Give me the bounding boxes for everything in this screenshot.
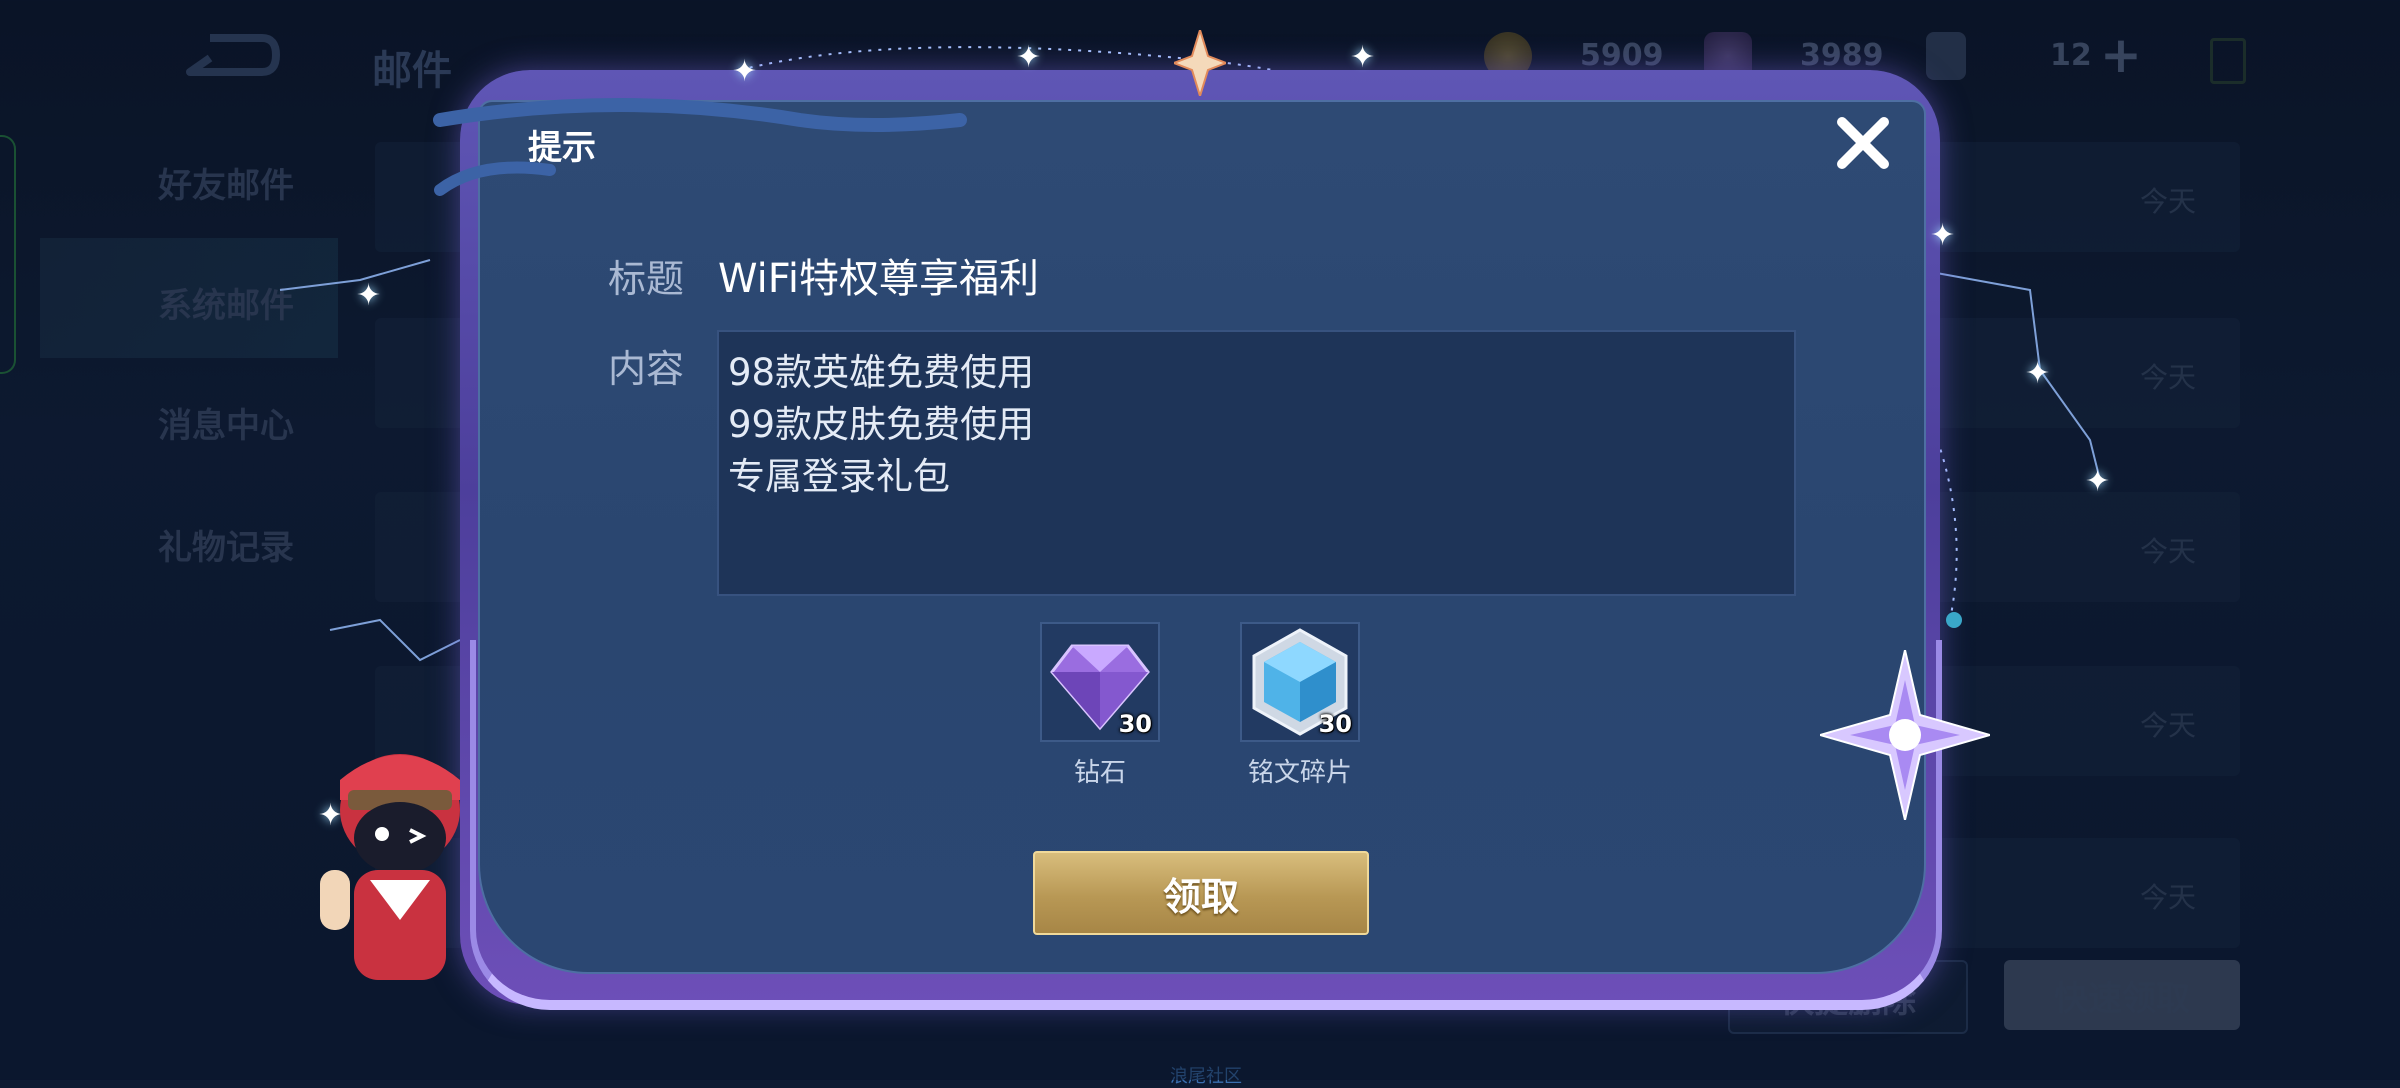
subject-label: 标题 [608,257,685,301]
reward-name: 铭文碎片 [1247,758,1352,788]
sparkle-icon: ✦ [356,278,382,313]
orb-icon [1946,612,1962,628]
content-line: 98款英雄免费使用 [728,351,1035,394]
ribbon-decoration [433,98,967,196]
reward-quantity: 30 [1118,710,1152,738]
claim-button[interactable]: 领取 [1033,851,1369,935]
content-line: 99款皮肤免费使用 [728,403,1035,446]
reward-quantity: 30 [1318,710,1352,738]
crystal-star-icon [1820,650,1990,820]
close-icon[interactable] [1830,110,1896,176]
reward-item-diamond[interactable]: 30 [1040,622,1160,742]
sparkle-icon: ✦ [2025,356,2051,391]
sparkle-icon: ✦ [732,54,758,89]
sparkle-icon: ✦ [2085,464,2111,499]
reward-name: 钻石 [1073,758,1126,788]
content-line: 专属登录礼包 [728,455,950,498]
star-ornament-icon [1174,30,1226,96]
dialog-title: 提示 [528,128,596,168]
reward-item-inscription-shard[interactable]: 30 [1240,622,1360,742]
sparkle-icon: ✦ [1350,40,1376,75]
subject-value: WiFi特权尊享福利 [718,256,1039,302]
mascot-character-icon [320,754,460,980]
sparkle-icon: ✦ [1016,40,1042,75]
sparkle-icon: ✦ [1930,218,1956,253]
content-label: 内容 [608,347,685,391]
